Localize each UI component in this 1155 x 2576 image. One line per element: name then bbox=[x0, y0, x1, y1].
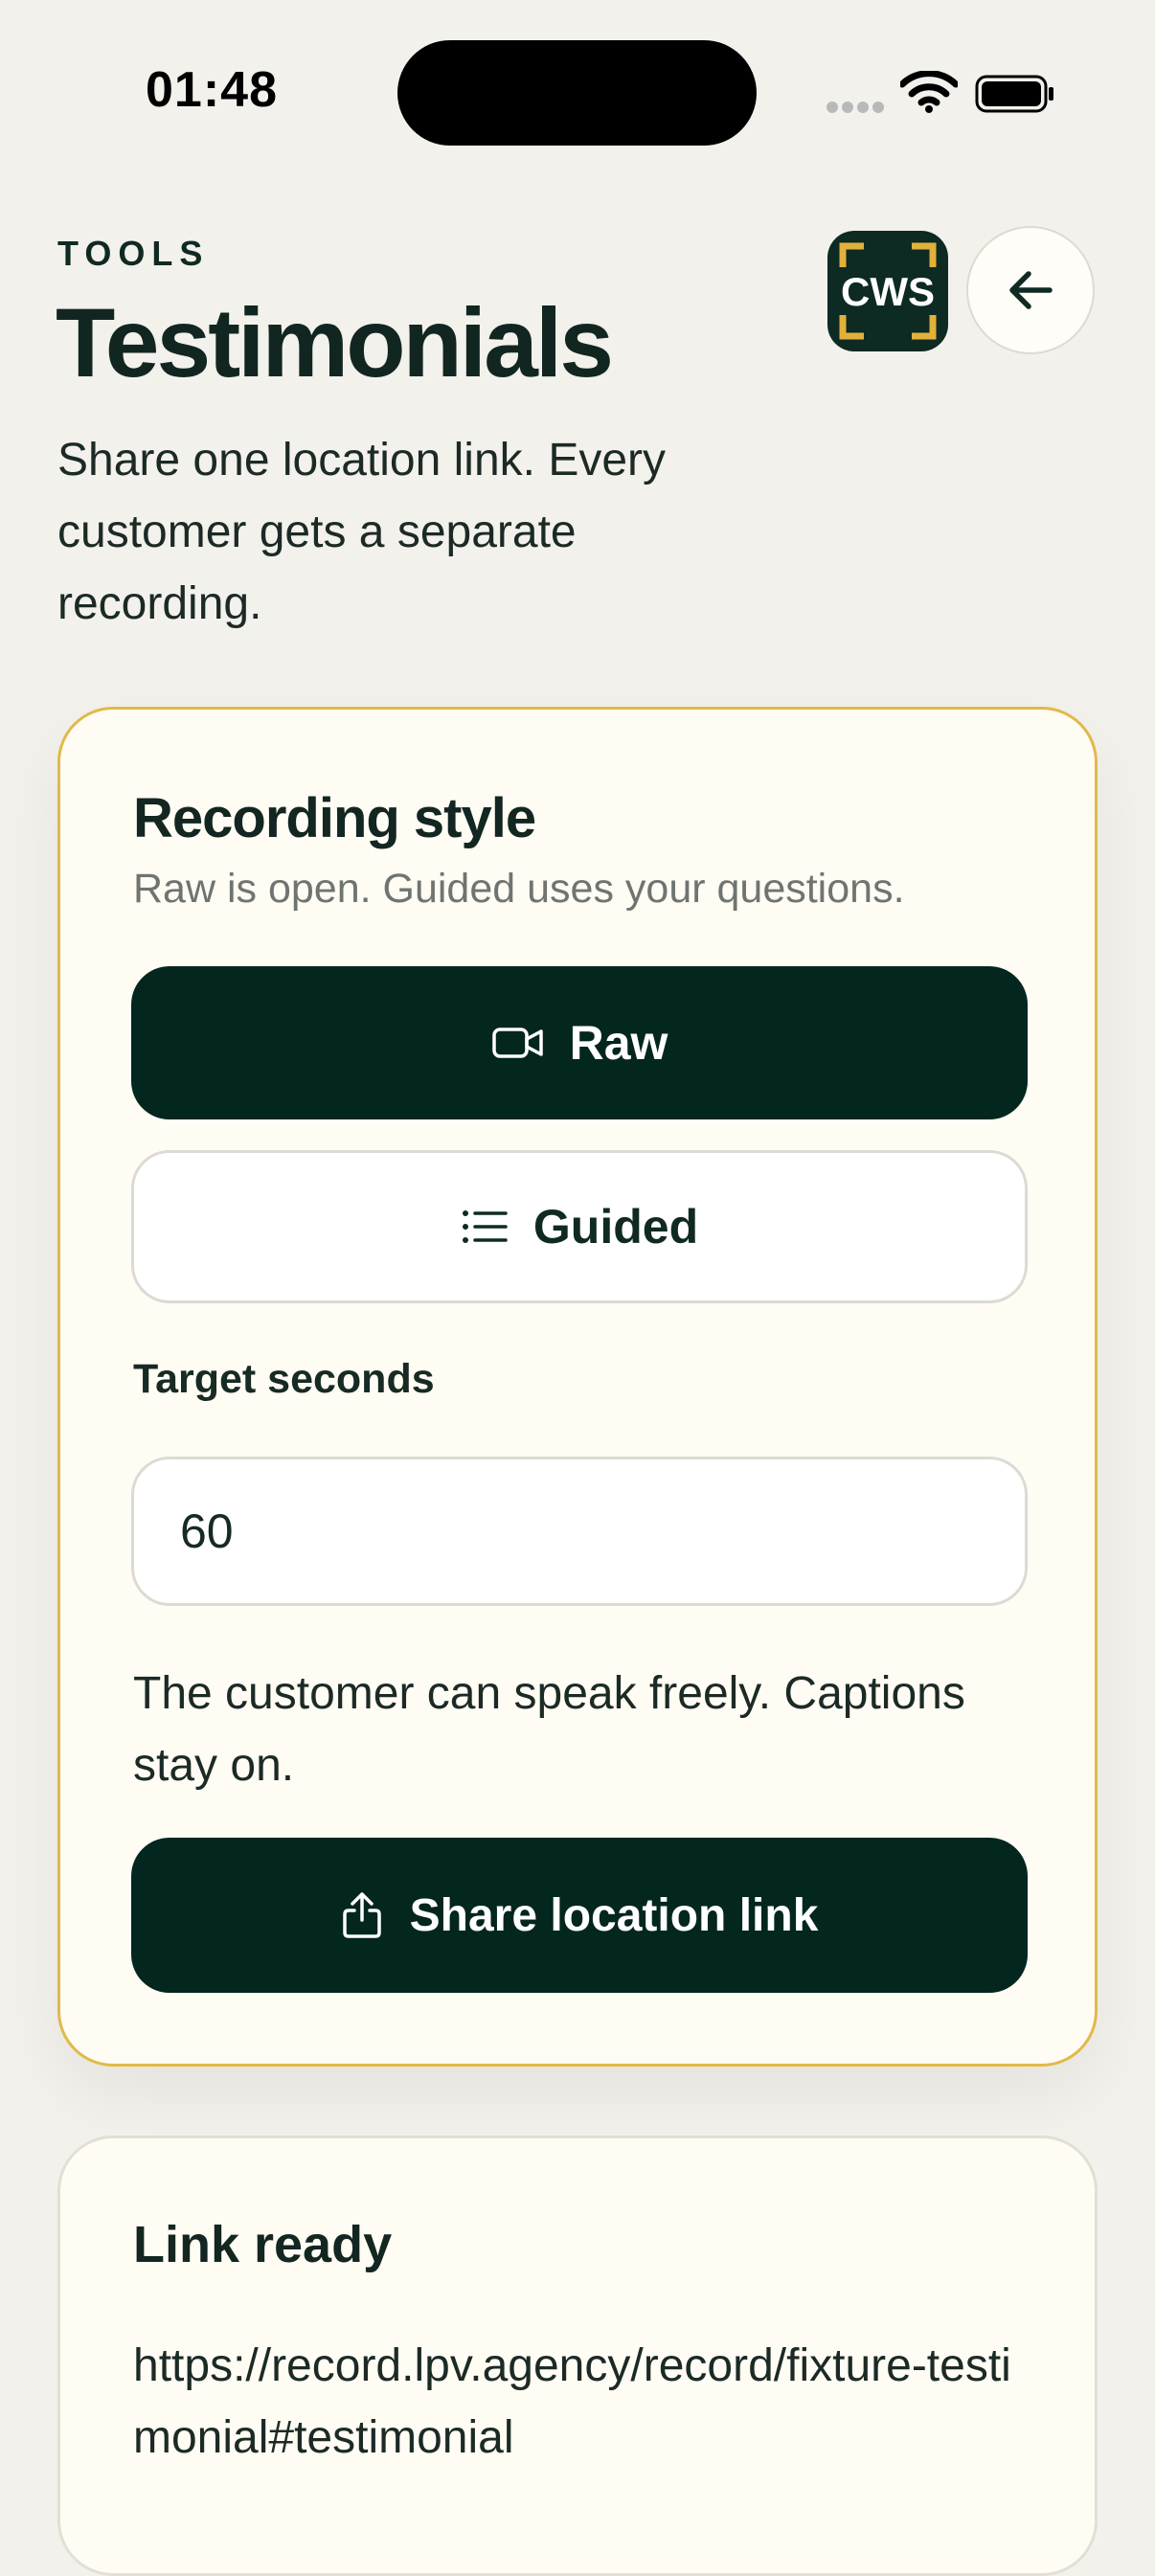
arrow-left-icon bbox=[1009, 271, 1053, 309]
share-icon bbox=[342, 1892, 381, 1938]
page-title: Testimonials bbox=[56, 288, 614, 397]
share-location-link-button[interactable]: Share location link bbox=[131, 1838, 1028, 1993]
share-url-text: https://record.lpv.agency/record/fixture… bbox=[133, 2340, 1011, 2463]
page-subtitle: Share one location link. Every customer … bbox=[57, 435, 667, 629]
card-subtitle: Raw is open. Guided uses your questions. bbox=[133, 866, 905, 912]
recording-style-card: Recording style Raw is open. Guided uses… bbox=[57, 707, 1098, 2067]
status-time: 01:48 bbox=[146, 62, 278, 118]
logo-text: CWS bbox=[841, 269, 935, 314]
raw-option-button[interactable]: Raw bbox=[131, 966, 1028, 1119]
link-ready-title: Link ready bbox=[133, 2216, 393, 2273]
guided-option-label: Guided bbox=[532, 1200, 699, 1254]
guided-option-button[interactable]: Guided bbox=[131, 1150, 1028, 1303]
video-camera-icon bbox=[491, 1028, 543, 1058]
helper-text: The customer can speak freely. Captions … bbox=[133, 1668, 965, 1791]
wifi-icon bbox=[900, 71, 958, 113]
link-ready-card: Link ready https://record.lpv.agency/rec… bbox=[57, 2135, 1098, 2576]
list-icon bbox=[462, 1210, 508, 1243]
cellular-signal-icon bbox=[827, 102, 884, 113]
raw-option-label: Raw bbox=[569, 1016, 668, 1070]
status-bar: 01:48 bbox=[0, 0, 1155, 192]
card-title: Recording style bbox=[133, 787, 536, 849]
back-button[interactable] bbox=[966, 226, 1095, 354]
battery-icon bbox=[975, 75, 1053, 113]
section-eyebrow: TOOLS bbox=[57, 234, 210, 273]
target-seconds-label: Target seconds bbox=[133, 1356, 435, 1402]
cws-logo: CWS bbox=[827, 231, 948, 351]
dynamic-island bbox=[397, 40, 757, 146]
target-seconds-input[interactable] bbox=[131, 1457, 1028, 1606]
share-button-label: Share location link bbox=[409, 1889, 819, 1941]
